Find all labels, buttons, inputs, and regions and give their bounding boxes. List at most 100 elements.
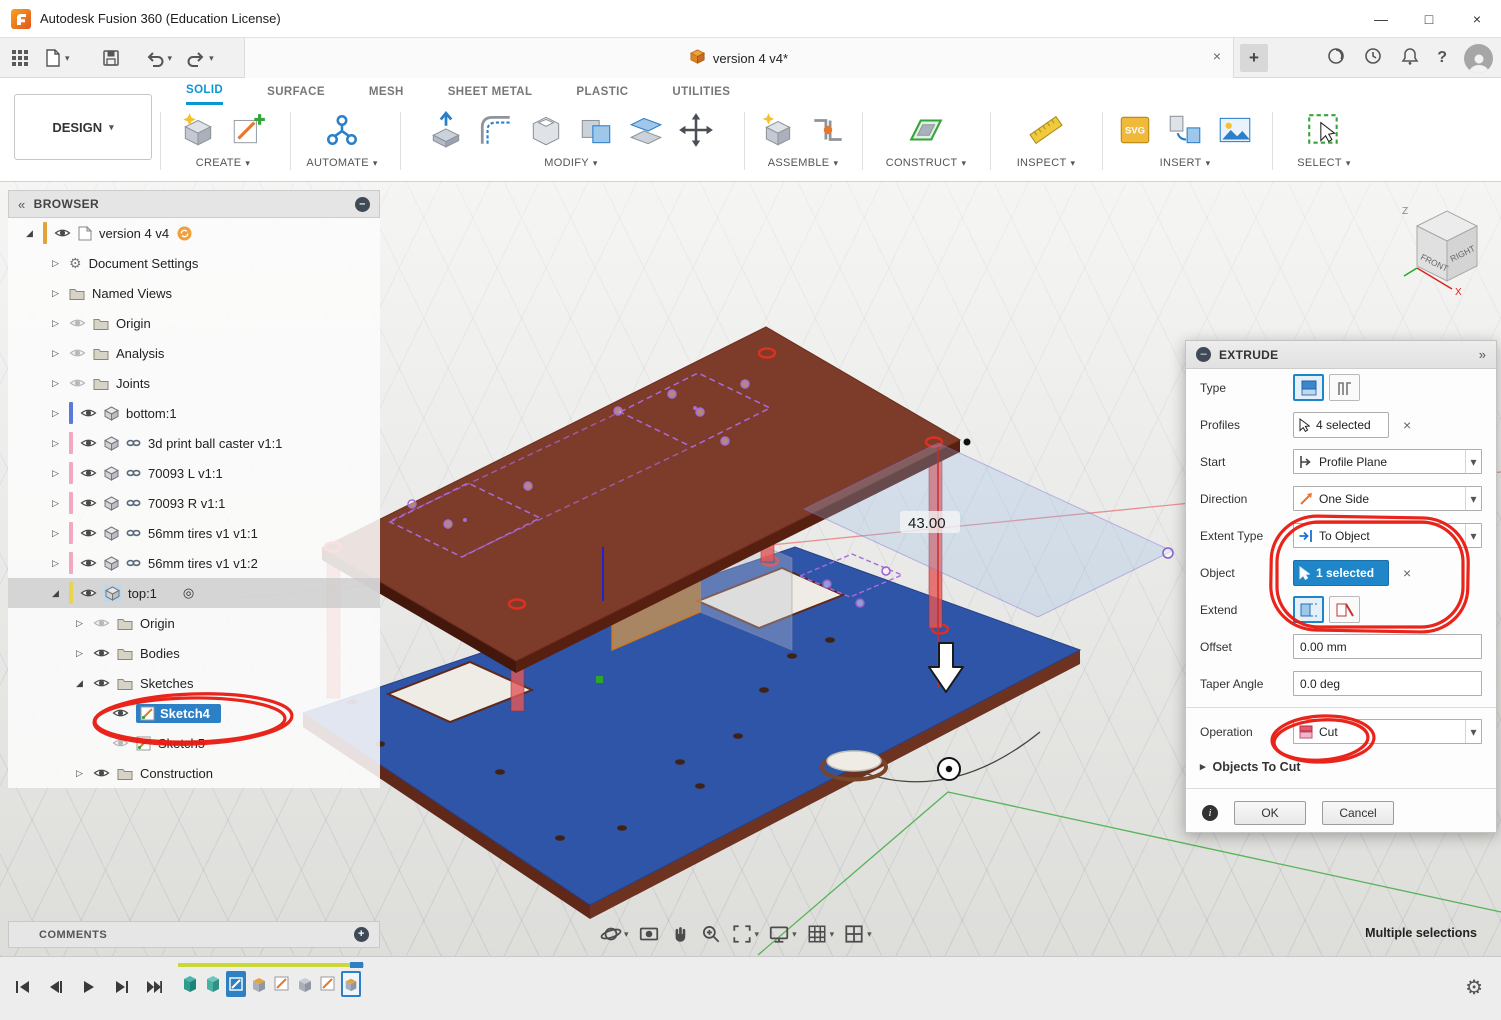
redo-button[interactable]: ▾ xyxy=(185,48,214,68)
direction-dropdown[interactable]: One Side ▾ xyxy=(1293,486,1482,511)
expand-icon[interactable]: ▷ xyxy=(52,438,69,449)
timeline-position-marker[interactable] xyxy=(350,962,363,968)
timeline-play-button[interactable] xyxy=(78,977,98,997)
clear-selection-icon[interactable]: × xyxy=(1403,417,1411,433)
visibility-eye-icon-off[interactable] xyxy=(69,377,86,389)
expand-icon[interactable]: ▷ xyxy=(52,408,69,419)
timeline-component-feature[interactable] xyxy=(180,971,200,997)
cancel-button[interactable]: Cancel xyxy=(1322,801,1394,825)
tab-mesh[interactable]: MESH xyxy=(369,78,404,105)
expand-icon[interactable]: ▷ xyxy=(52,498,69,509)
tab-solid[interactable]: SOLID xyxy=(186,78,223,105)
timeline-sketch-feature-selected[interactable] xyxy=(226,971,246,997)
modify-group-menu[interactable]: MODIFY ▾ xyxy=(406,157,736,169)
tree-item-tires-2[interactable]: ▷ 56mm tires v1 v1:2 xyxy=(8,548,380,578)
expand-icon[interactable]: ◢ xyxy=(26,228,43,239)
avatar[interactable] xyxy=(1464,44,1493,73)
tab-close-icon[interactable]: × xyxy=(1213,48,1221,64)
help-icon[interactable]: ? xyxy=(1437,49,1447,67)
expand-icon[interactable]: ▷ xyxy=(52,558,69,569)
visibility-eye-icon-off[interactable] xyxy=(93,617,110,629)
viewports-button[interactable]: ▾ xyxy=(843,923,872,945)
offset-face-icon[interactable] xyxy=(623,107,669,153)
tree-item-sketch5[interactable]: Sketch5 xyxy=(8,728,380,758)
insert-derive-icon[interactable] xyxy=(1162,107,1208,153)
assemble-new-component-icon[interactable] xyxy=(755,107,801,153)
zoom-button[interactable] xyxy=(700,923,722,945)
objects-to-cut-section[interactable]: ▸ Objects To Cut xyxy=(1186,750,1496,783)
dialog-collapse-icon[interactable]: » xyxy=(1479,347,1486,362)
caret-down-icon[interactable]: ▾ xyxy=(1465,720,1481,743)
visibility-eye-icon[interactable] xyxy=(80,527,97,539)
expand-icon[interactable]: ▷ xyxy=(52,348,69,359)
visibility-eye-icon[interactable] xyxy=(80,437,97,449)
display-settings-button[interactable]: ▾ xyxy=(768,923,797,945)
visibility-eye-icon[interactable] xyxy=(93,647,110,659)
timeline-end-button[interactable] xyxy=(144,977,164,997)
expand-icon[interactable]: ▷ xyxy=(76,768,93,779)
offset-input[interactable]: 0.00 mm xyxy=(1293,634,1482,659)
design-workspace-menu[interactable]: DESIGN ▾ xyxy=(14,94,152,160)
automate-group-menu[interactable]: AUTOMATE ▾ xyxy=(296,157,388,169)
tree-item-root[interactable]: ◢ version 4 v4 xyxy=(8,218,380,248)
document-tab[interactable]: version 4 v4* × xyxy=(244,38,1234,78)
minimize-button[interactable]: — xyxy=(1357,0,1405,38)
tree-item-top-origin[interactable]: ▷ Origin xyxy=(8,608,380,638)
object-selection-button[interactable]: 1 selected xyxy=(1293,560,1389,586)
construct-group-menu[interactable]: CONSTRUCT ▾ xyxy=(870,157,982,169)
dialog-header[interactable]: – EXTRUDE » xyxy=(1186,341,1496,369)
insert-canvas-icon[interactable] xyxy=(1212,107,1258,153)
tab-surface[interactable]: SURFACE xyxy=(267,78,325,105)
select-group-menu[interactable]: SELECT ▾ xyxy=(1276,157,1372,169)
tree-item-ball-caster[interactable]: ▷ 3d print ball caster v1:1 xyxy=(8,428,380,458)
timeline-current-extrude-feature[interactable] xyxy=(341,971,361,997)
tree-item-document-settings[interactable]: ▷ ⚙ Document Settings xyxy=(8,248,380,278)
timeline-step-back-button[interactable] xyxy=(45,977,65,997)
extent-type-dropdown[interactable]: To Object ▾ xyxy=(1293,523,1482,548)
tree-item-bottom-component[interactable]: ▷ bottom:1 xyxy=(8,398,380,428)
start-dropdown[interactable]: Profile Plane ▾ xyxy=(1293,449,1482,474)
add-comment-icon[interactable]: + xyxy=(354,927,369,942)
extend-adjacent-button[interactable] xyxy=(1329,596,1360,623)
fillet-icon[interactable] xyxy=(473,107,519,153)
tree-item-sketches[interactable]: ◢ Sketches xyxy=(8,668,380,698)
caret-down-icon[interactable]: ▾ xyxy=(1465,524,1481,547)
apps-menu-icon[interactable] xyxy=(10,48,30,68)
visibility-eye-icon-off[interactable] xyxy=(69,347,86,359)
new-tab-button[interactable]: + xyxy=(1240,44,1268,72)
expand-icon[interactable]: ▷ xyxy=(52,378,69,389)
history-clock-icon[interactable] xyxy=(1363,46,1383,71)
move-copy-icon[interactable] xyxy=(673,107,719,153)
close-button[interactable]: × xyxy=(1453,0,1501,38)
clear-selection-icon[interactable]: × xyxy=(1403,565,1411,581)
timeline-settings-gear-icon[interactable]: ⚙ xyxy=(1465,975,1483,1000)
tree-item-70093-r[interactable]: ▷ 70093 R v1:1 xyxy=(8,488,380,518)
visibility-eye-icon[interactable] xyxy=(80,557,97,569)
timeline-begin-button[interactable] xyxy=(12,977,32,997)
tree-item-tires-1[interactable]: ▷ 56mm tires v1 v1:1 xyxy=(8,518,380,548)
fit-button[interactable]: ▾ xyxy=(731,923,760,945)
inspect-group-menu[interactable]: INSPECT ▾ xyxy=(996,157,1096,169)
info-icon[interactable]: i xyxy=(1202,805,1218,821)
expand-icon[interactable]: ▷ xyxy=(52,318,69,329)
section-expand-icon[interactable]: ▸ xyxy=(1200,760,1206,773)
visibility-eye-icon[interactable] xyxy=(80,587,97,599)
measure-icon[interactable] xyxy=(1023,107,1069,153)
selected-sketch-highlight[interactable]: Sketch4 xyxy=(136,704,221,723)
tab-sheet-metal[interactable]: SHEET METAL xyxy=(448,78,533,105)
visibility-eye-icon[interactable] xyxy=(93,767,110,779)
look-at-button[interactable] xyxy=(638,923,660,945)
activate-component-radio[interactable]: ◎ xyxy=(183,585,194,601)
file-menu-button[interactable]: ▾ xyxy=(43,48,70,68)
view-cube[interactable]: Z FRONT RIGHT X xyxy=(1392,196,1492,300)
update-badge-icon[interactable] xyxy=(177,226,192,241)
tree-item-bodies[interactable]: ▷ Bodies xyxy=(8,638,380,668)
joint-icon[interactable] xyxy=(805,107,851,153)
save-button[interactable] xyxy=(101,48,121,68)
timeline-extrude-feature[interactable] xyxy=(249,971,269,997)
assemble-group-menu[interactable]: ASSEMBLE ▾ xyxy=(750,157,856,169)
tree-item-joints[interactable]: ▷ Joints xyxy=(8,368,380,398)
tree-item-sketch4[interactable]: Sketch4 xyxy=(8,698,380,728)
grid-snap-button[interactable]: ▾ xyxy=(806,923,835,945)
browser-header[interactable]: « BROWSER – xyxy=(8,190,380,218)
